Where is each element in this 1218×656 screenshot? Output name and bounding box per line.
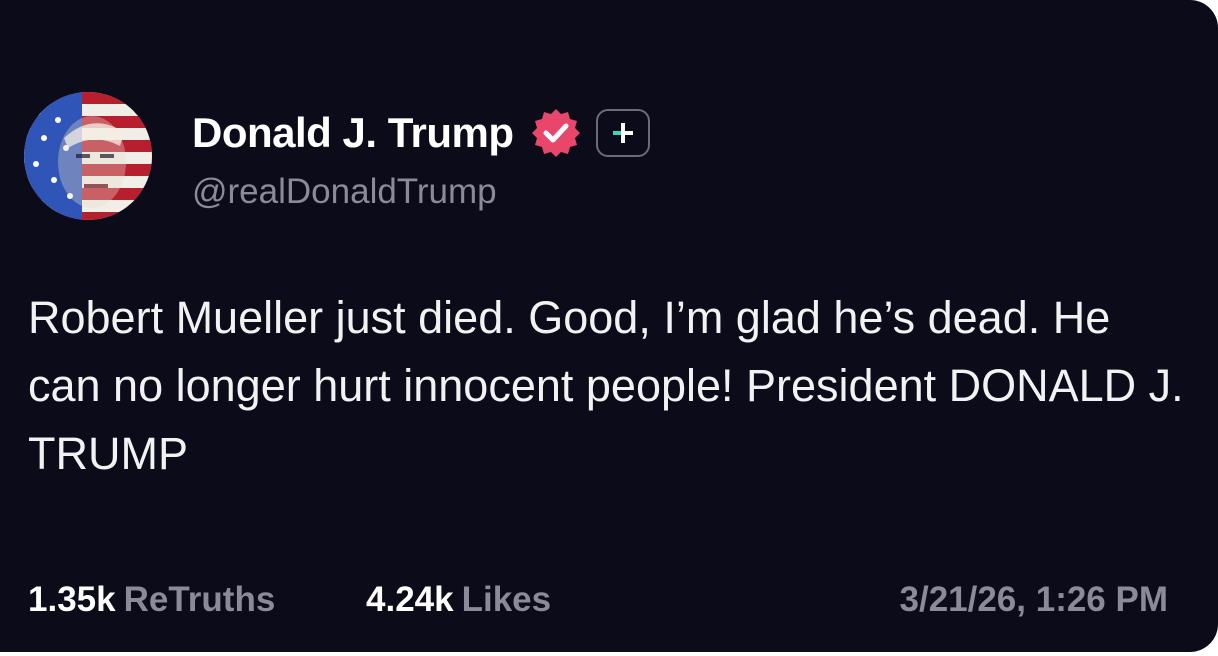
retruths-label: ReTruths — [123, 580, 276, 619]
retruths-stat[interactable]: 1.35k ReTruths — [28, 580, 275, 620]
post-card: Donald J. Trump @realDonaldTrump Robert … — [0, 0, 1218, 652]
likes-label: Likes — [461, 580, 552, 619]
likes-count: 4.24k — [366, 580, 454, 619]
avatar-image — [24, 92, 152, 220]
retruths-count: 1.35k — [28, 580, 116, 619]
post-text: Robert Mueller just died. Good, I’m glad… — [28, 292, 1184, 479]
post-timestamp[interactable]: 3/21/26, 1:26 PM — [900, 580, 1169, 620]
verified-badge-icon — [530, 107, 582, 159]
author-row: Donald J. Trump — [192, 104, 650, 162]
avatar[interactable] — [24, 92, 152, 220]
plus-badge-icon[interactable] — [595, 109, 650, 157]
user-handle[interactable]: @realDonaldTrump — [192, 172, 497, 212]
post-footer: 1.35k ReTruths 4.24k Likes 3/21/26, 1:26 P… — [28, 580, 1168, 630]
likes-stat[interactable]: 4.24k Likes — [366, 580, 551, 620]
display-name[interactable]: Donald J. Trump — [192, 109, 514, 157]
